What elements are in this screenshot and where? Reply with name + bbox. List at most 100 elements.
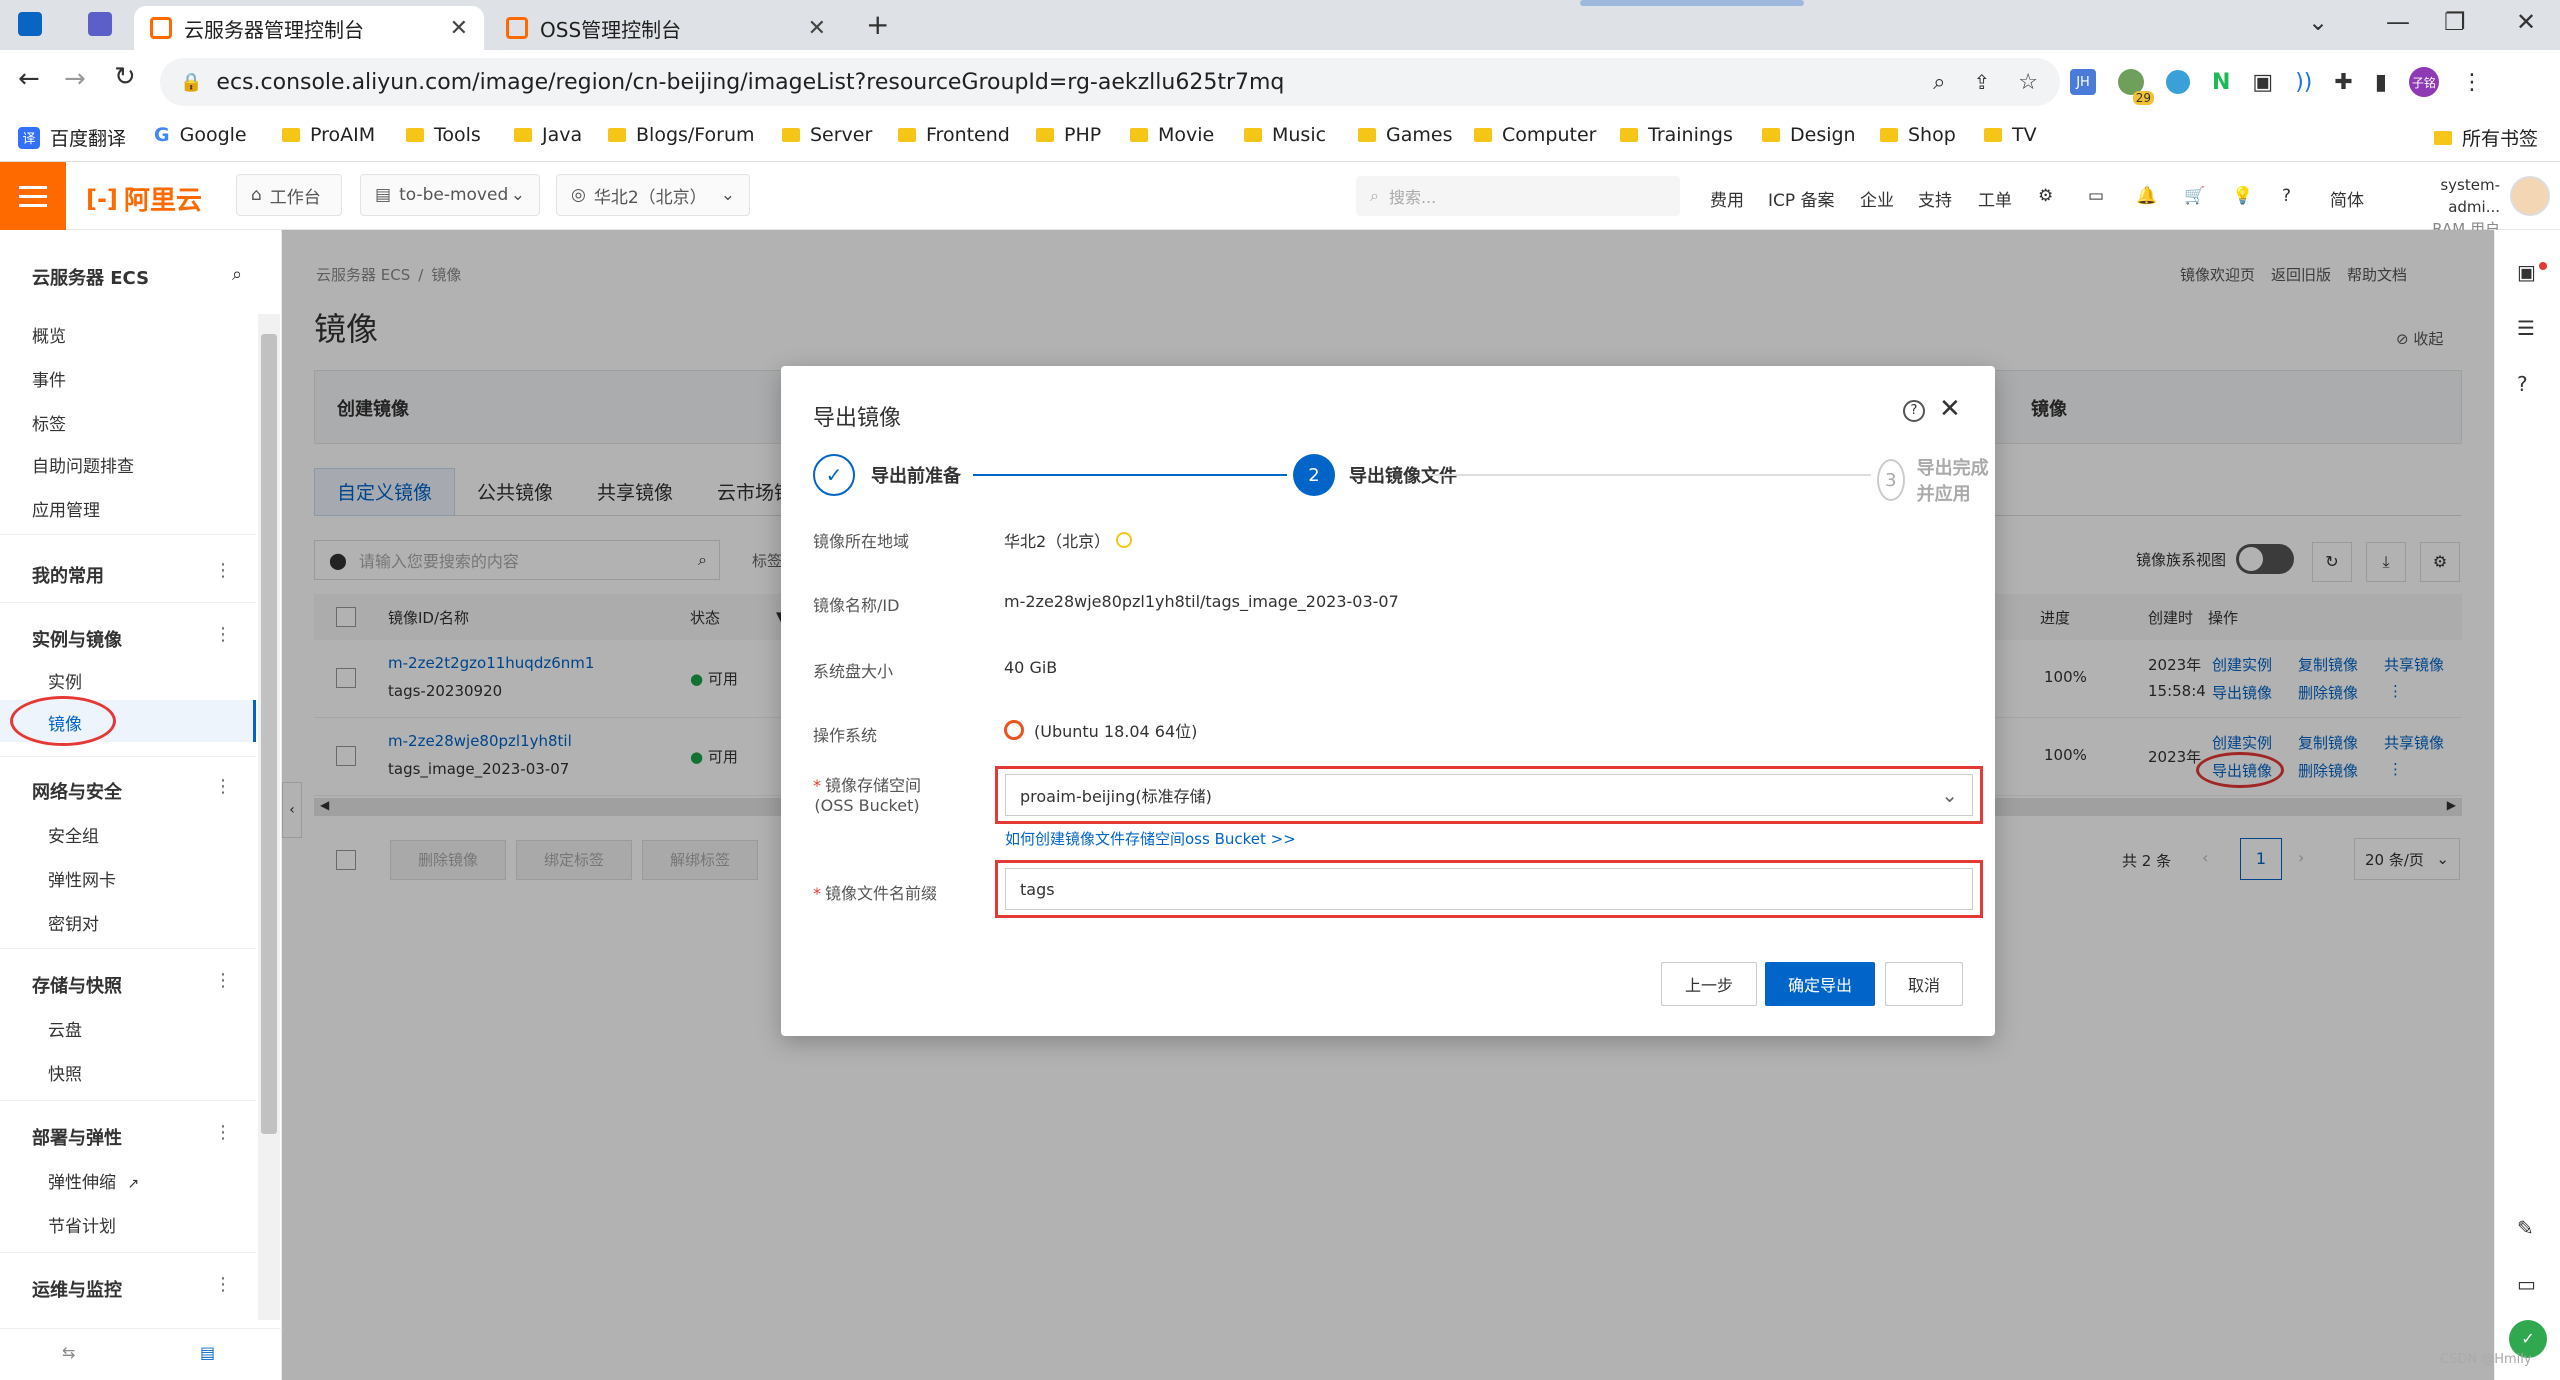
document-icon[interactable]: ☰: [2517, 316, 2535, 340]
bookmark-folder[interactable]: Server: [782, 124, 872, 146]
share-icon[interactable]: ⇪: [1974, 70, 1991, 94]
service-icon[interactable]: ⚙: [2038, 186, 2053, 206]
close-window-button[interactable]: ✕: [2516, 8, 2536, 36]
nav-icp[interactable]: ICP 备案: [1768, 186, 1835, 211]
bucket-select[interactable]: proaim-beijing(标准存储) ⌄: [1005, 774, 1973, 816]
more-icon[interactable]: ⋮: [214, 970, 232, 991]
maximize-button[interactable]: ❐: [2444, 8, 2466, 36]
sidebar-group-storage[interactable]: 存储与快照: [32, 972, 122, 998]
more-icon[interactable]: ⋮: [214, 560, 232, 581]
profile-avatar[interactable]: 子铭: [2408, 67, 2439, 97]
bookmark-folder[interactable]: Trainings: [1620, 124, 1733, 146]
bookmark-folder[interactable]: Design: [1762, 124, 1856, 146]
region-select[interactable]: ◎ 华北2（北京） ⌄: [556, 174, 750, 216]
more-icon[interactable]: ⋮: [214, 776, 232, 797]
dialog-close-icon[interactable]: ✕: [1939, 394, 1961, 424]
sidebar-group-network[interactable]: 网络与安全: [32, 778, 122, 804]
scroll-thumb[interactable]: [261, 334, 277, 1134]
bookmark-folder[interactable]: PHP: [1036, 124, 1101, 146]
extension-n-icon[interactable]: N: [2212, 70, 2230, 95]
outlook-icon[interactable]: [18, 12, 42, 36]
extension-copy-icon[interactable]: ▣: [2252, 70, 2273, 95]
side-panel-icon[interactable]: ▮: [2375, 70, 2387, 95]
bookmark-folder[interactable]: Shop: [1880, 124, 1956, 146]
sidebar-item-keypair[interactable]: 密钥对: [48, 910, 99, 935]
help-icon[interactable]: ?: [2282, 186, 2291, 206]
sidebar-group-favorites[interactable]: 我的常用: [32, 562, 104, 588]
feedback-icon[interactable]: ▤: [200, 1343, 215, 1362]
bookmark-folder[interactable]: Frontend: [898, 124, 1010, 146]
collapse-sidebar-icon[interactable]: ⇆: [62, 1343, 75, 1362]
workbench-button[interactable]: ⌂ 工作台: [236, 174, 342, 216]
console-search-input[interactable]: ⌕ 搜索...: [1356, 176, 1680, 216]
sidebar-item-snapshot[interactable]: 快照: [48, 1060, 82, 1085]
guide-icon[interactable]: ▣: [2517, 260, 2536, 284]
dialog-help-icon[interactable]: ?: [1903, 400, 1925, 422]
close-tab-icon[interactable]: ✕: [450, 16, 468, 41]
sidebar-search-icon[interactable]: ⌕: [232, 264, 242, 285]
reload-icon[interactable]: ↻: [114, 62, 136, 92]
nav-fees[interactable]: 费用: [1710, 186, 1744, 211]
back-icon[interactable]: ←: [18, 64, 40, 94]
bookmark-baidu-fanyi[interactable]: 译 百度翻译: [18, 124, 126, 151]
sidebar-item-app-mgmt[interactable]: 应用管理: [32, 496, 100, 521]
sidebar-item-events[interactable]: 事件: [32, 366, 66, 391]
sidebar-item-instances[interactable]: 实例: [48, 668, 82, 693]
bookmark-folder[interactable]: Tools: [406, 124, 481, 146]
sidebar-item-tags[interactable]: 标签: [32, 410, 66, 435]
new-tab-button[interactable]: +: [866, 8, 889, 41]
sidebar-scrollbar[interactable]: [258, 314, 280, 1320]
resource-group-select[interactable]: ▤ to-be-moved ⌄: [360, 174, 540, 216]
confirm-export-button[interactable]: 确定导出: [1765, 962, 1875, 1006]
sidebar-group-ops[interactable]: 运维与监控: [32, 1276, 122, 1302]
teams-icon[interactable]: [88, 12, 112, 36]
more-icon[interactable]: ⋮: [214, 1274, 232, 1295]
bookmark-folder[interactable]: Blogs/Forum: [608, 124, 755, 146]
nav-support[interactable]: 支持: [1918, 186, 1952, 211]
sidebar-item-eni[interactable]: 弹性网卡: [48, 866, 116, 891]
bucket-help-link[interactable]: 如何创建镜像文件存储空间oss Bucket >>: [1005, 828, 1296, 849]
sidebar-item-overview[interactable]: 概览: [32, 322, 66, 347]
aliyun-logo[interactable]: [-] 阿里云: [86, 180, 202, 217]
edit-icon[interactable]: ✎: [2517, 1216, 2534, 1240]
bookmark-star-icon[interactable]: ☆: [2018, 70, 2038, 95]
chat-icon[interactable]: ▭: [2517, 1272, 2536, 1296]
address-bar[interactable]: 🔒 ecs.console.aliyun.com/image/region/cn…: [160, 58, 2060, 106]
user-avatar[interactable]: [2510, 176, 2550, 216]
sidebar-group-instances-images[interactable]: 实例与镜像: [32, 626, 122, 652]
nav-ticket[interactable]: 工单: [1978, 186, 2012, 211]
help-circle-icon[interactable]: ?: [2517, 372, 2528, 396]
tab-search-icon[interactable]: ⌄: [2308, 8, 2328, 36]
menu-hamburger-icon[interactable]: [0, 162, 66, 230]
cancel-button[interactable]: 取消: [1885, 962, 1963, 1006]
bookmark-folder[interactable]: Computer: [1474, 124, 1596, 146]
bookmark-folder[interactable]: Java: [514, 124, 582, 146]
all-bookmarks[interactable]: 所有书签: [2434, 124, 2538, 151]
previous-step-button[interactable]: 上一步: [1661, 962, 1757, 1006]
language-select[interactable]: 简体: [2330, 186, 2364, 211]
bookmark-folder[interactable]: TV: [1984, 124, 2037, 146]
extension-shield-icon[interactable]: [2166, 70, 2190, 94]
bookmark-folder[interactable]: Movie: [1130, 124, 1214, 146]
bookmark-folder[interactable]: Music: [1244, 124, 1326, 146]
extension-wave-icon[interactable]: )): [2295, 70, 2312, 95]
prefix-input[interactable]: tags: [1005, 868, 1973, 910]
sidebar-item-troubleshoot[interactable]: 自助问题排查: [32, 452, 134, 477]
lightbulb-icon[interactable]: 💡: [2232, 186, 2253, 206]
tab-oss-console[interactable]: OSS管理控制台 ✕: [490, 6, 842, 50]
cart-icon[interactable]: 🛒: [2184, 186, 2205, 206]
forward-icon[interactable]: →: [64, 64, 86, 94]
more-icon[interactable]: ⋮: [214, 1122, 232, 1143]
bookmark-folder[interactable]: ProAIM: [282, 124, 375, 146]
browser-menu-icon[interactable]: ⋮: [2461, 70, 2483, 95]
more-icon[interactable]: ⋮: [214, 624, 232, 645]
extension-badge-icon[interactable]: 29: [2118, 69, 2154, 105]
nav-enterprise[interactable]: 企业: [1860, 186, 1894, 211]
minimize-button[interactable]: —: [2386, 8, 2410, 36]
sidebar-item-autoscaling[interactable]: 弹性伸缩 ↗: [48, 1168, 139, 1193]
zoom-icon[interactable]: ⌕: [1933, 70, 1945, 95]
extension-jh-icon[interactable]: JH: [2070, 69, 2096, 95]
sidebar-item-disk[interactable]: 云盘: [48, 1016, 82, 1041]
sidebar-item-security-group[interactable]: 安全组: [48, 822, 99, 847]
bookmark-folder[interactable]: Games: [1358, 124, 1452, 146]
